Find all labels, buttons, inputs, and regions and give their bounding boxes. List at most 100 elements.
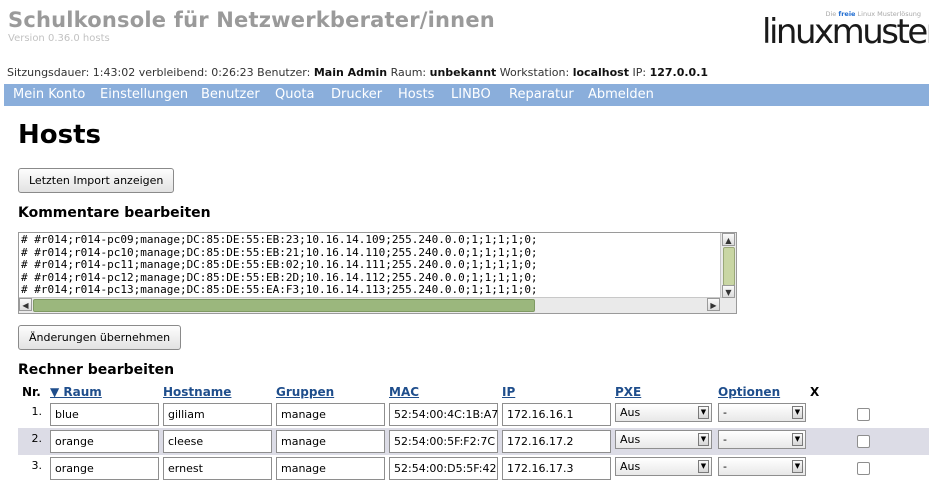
nav-benutzer[interactable]: Benutzer <box>201 87 260 102</box>
options-value: - <box>723 460 727 473</box>
room-label: Raum: <box>390 66 427 79</box>
user-label: Benutzer: <box>257 66 311 79</box>
group-value: manage <box>281 408 326 421</box>
options-select[interactable]: - ▼ <box>718 403 806 422</box>
comments-heading: Kommentare bearbeiten <box>18 205 211 221</box>
group-input[interactable]: manage <box>276 403 385 426</box>
pxe-value: Aus <box>620 406 641 419</box>
user-value: Main Admin <box>313 66 388 79</box>
chevron-down-icon[interactable]: ▼ <box>792 406 803 419</box>
mac-input[interactable]: 52:54:00:5F:F2:7C <box>389 430 498 453</box>
col-mac-header[interactable]: MAC <box>389 385 419 399</box>
group-value: manage <box>281 462 326 475</box>
col-nr-header: Nr. <box>22 385 41 399</box>
ip-input[interactable]: 172.16.17.3 <box>502 457 611 480</box>
nav-einstellungen[interactable]: Einstellungen <box>100 87 188 102</box>
mac-input[interactable]: 52:54:00:4C:1B:A7 <box>389 403 498 426</box>
horizontal-scroll-thumb[interactable] <box>33 299 535 312</box>
remaining-label: verbleibend: <box>138 66 208 79</box>
room-input[interactable]: orange <box>50 457 159 480</box>
room-value: unbekannt <box>429 66 497 79</box>
room-value: orange <box>55 462 94 475</box>
nav-hosts[interactable]: Hosts <box>398 87 434 102</box>
comments-horizontal-scrollbar[interactable]: ◀ ▶ <box>19 297 722 313</box>
col-options-header[interactable]: Optionen <box>718 385 780 399</box>
apply-changes-button[interactable]: Änderungen übernehmen <box>18 325 182 350</box>
group-input[interactable]: manage <box>276 430 385 453</box>
group-input[interactable]: manage <box>276 457 385 480</box>
hostname-input[interactable]: gilliam <box>163 403 272 426</box>
room-input[interactable]: orange <box>50 430 159 453</box>
duration-label: Sitzungsdauer: <box>7 66 90 79</box>
table-row: 2. orange cleese manage 52:54:00:5F:F2:7… <box>18 428 929 455</box>
options-value: - <box>723 406 727 419</box>
app-version: Version 0.36.0 hosts <box>8 33 110 44</box>
nav-drucker[interactable]: Drucker <box>331 87 382 102</box>
table-row: 3. orange ernest manage 52:54:00:D5:5F:4… <box>18 455 929 482</box>
delete-checkbox[interactable] <box>857 408 870 421</box>
mac-value: 52:54:00:D5:5F:42 <box>394 462 497 475</box>
pxe-value: Aus <box>620 460 641 473</box>
hostname-value: ernest <box>168 462 203 475</box>
col-delete-header: X <box>810 385 820 399</box>
chevron-down-icon[interactable]: ▼ <box>698 433 709 446</box>
scroll-left-arrow-icon[interactable]: ◀ <box>19 298 32 311</box>
chevron-down-icon[interactable]: ▼ <box>792 433 803 446</box>
comments-textarea[interactable]: # #r014;r014-pc09;manage;DC:85:DE:55:EB:… <box>18 232 737 314</box>
col-pxe-header[interactable]: PXE <box>615 385 641 399</box>
delete-checkbox[interactable] <box>857 462 870 475</box>
col-ip-header[interactable]: IP <box>502 385 515 399</box>
hosts-heading: Rechner bearbeiten <box>18 362 175 378</box>
hostname-value: cleese <box>168 435 204 448</box>
ip-value: 127.0.0.1 <box>649 66 709 79</box>
table-row: 1. blue gilliam manage 52:54:00:4C:1B:A7… <box>18 401 929 428</box>
ip-input[interactable]: 172.16.16.1 <box>502 403 611 426</box>
options-select[interactable]: - ▼ <box>718 457 806 476</box>
vertical-scroll-thumb[interactable] <box>723 247 735 286</box>
comments-text[interactable]: # #r014;r014-pc09;manage;DC:85:DE:55:EB:… <box>21 234 721 298</box>
col-groups-header[interactable]: Gruppen <box>276 385 334 399</box>
mac-value: 52:54:00:4C:1B:A7 <box>394 408 499 421</box>
hostname-input[interactable]: ernest <box>163 457 272 480</box>
nav-mein-konto[interactable]: Mein Konto <box>13 87 85 102</box>
mac-input[interactable]: 52:54:00:D5:5F:42 <box>389 457 498 480</box>
ip-value: 172.16.17.3 <box>507 462 574 475</box>
pxe-select[interactable]: Aus ▼ <box>615 430 712 449</box>
comments-vertical-scrollbar[interactable]: ▲ ▼ <box>720 233 736 299</box>
show-last-import-button[interactable]: Letzten Import anzeigen <box>18 168 175 193</box>
options-value: - <box>723 433 727 446</box>
room-value: orange <box>55 435 94 448</box>
hostname-input[interactable]: cleese <box>163 430 272 453</box>
nav-reparatur[interactable]: Reparatur <box>509 87 574 102</box>
nav-quota[interactable]: Quota <box>275 87 315 102</box>
delete-checkbox[interactable] <box>857 435 870 448</box>
mac-value: 52:54:00:5F:F2:7C <box>394 435 495 448</box>
row-number: 1. <box>31 405 43 418</box>
scroll-right-arrow-icon[interactable]: ▶ <box>707 298 720 311</box>
scroll-down-arrow-icon[interactable]: ▼ <box>722 285 735 298</box>
nav-abmelden[interactable]: Abmelden <box>588 87 654 102</box>
room-value: blue <box>55 408 79 421</box>
chevron-down-icon[interactable]: ▼ <box>792 460 803 473</box>
ip-input[interactable]: 172.16.17.2 <box>502 430 611 453</box>
scrollbar-corner <box>721 298 736 313</box>
room-input[interactable]: blue <box>50 403 159 426</box>
row-number: 2. <box>31 432 43 445</box>
main-navbar: Mein Konto Einstellungen Benutzer Quota … <box>4 84 929 106</box>
pxe-select[interactable]: Aus ▼ <box>615 457 712 476</box>
session-info: Sitzungsdauer: 1:43:02 verbleibend: 0:26… <box>7 66 708 79</box>
col-room-header[interactable]: ▼ Raum <box>50 385 102 399</box>
hostname-value: gilliam <box>168 408 205 421</box>
ip-label: IP: <box>632 66 647 79</box>
pxe-select[interactable]: Aus ▼ <box>615 403 712 422</box>
ip-value: 172.16.17.2 <box>507 435 574 448</box>
linuxmuster-logo: Die freie Linux Musterlösung linuxmuster <box>760 10 929 50</box>
duration-value: 1:43:02 <box>92 66 136 79</box>
nav-linbo[interactable]: LINBO <box>451 87 491 102</box>
chevron-down-icon[interactable]: ▼ <box>698 460 709 473</box>
scroll-up-arrow-icon[interactable]: ▲ <box>722 233 735 246</box>
options-select[interactable]: - ▼ <box>718 430 806 449</box>
chevron-down-icon[interactable]: ▼ <box>698 406 709 419</box>
col-hostname-header[interactable]: Hostname <box>163 385 231 399</box>
remaining-value: 0:26:23 <box>211 66 254 79</box>
